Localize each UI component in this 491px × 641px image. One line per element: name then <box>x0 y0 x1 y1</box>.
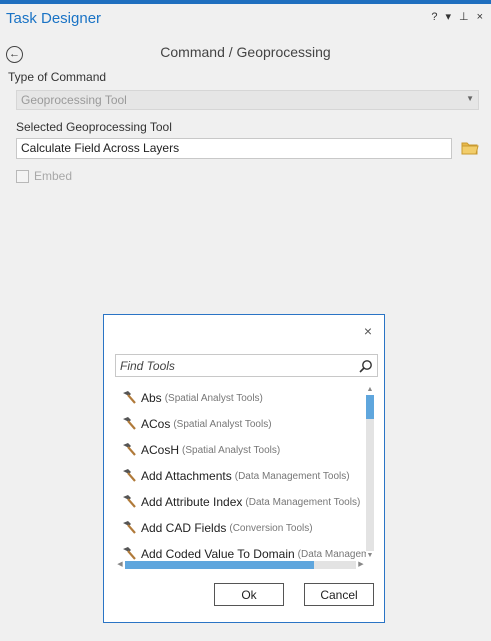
dialog-close-icon[interactable]: × <box>364 324 372 338</box>
tool-list-item[interactable]: ACos (Spatial Analyst Tools) <box>121 414 272 434</box>
hammer-icon <box>123 469 136 482</box>
hammer-icon <box>123 521 136 534</box>
type-of-command-dropdown[interactable]: Geoprocessing Tool ▼ <box>16 90 479 110</box>
hammer-icon <box>123 391 136 404</box>
hammer-icon <box>123 443 136 456</box>
scroll-down-arrow-icon[interactable]: ▼ <box>365 551 375 561</box>
embed-checkbox[interactable] <box>16 169 29 183</box>
pane-menu-dropdown-icon[interactable]: ▾ <box>445 10 451 24</box>
tool-list-item[interactable]: ACosH (Spatial Analyst Tools) <box>121 440 280 460</box>
horizontal-scroll-thumb[interactable] <box>125 561 314 569</box>
pane-top-accent-bar <box>0 0 491 4</box>
search-icon[interactable] <box>359 359 373 373</box>
tool-list-item[interactable]: Add Attribute Index (Data Management Too… <box>121 492 360 512</box>
tool-list: Abs (Spatial Analyst Tools) ACos (Spatia… <box>115 385 366 563</box>
scroll-left-arrow-icon[interactable]: ◀ <box>115 560 125 570</box>
find-tools-input[interactable] <box>120 357 356 374</box>
embed-option: Embed <box>16 169 72 183</box>
find-tools-dialog: × Abs (Spatial Analyst Tools) ACos (Spat… <box>103 314 385 623</box>
dropdown-caret-icon: ▼ <box>466 94 474 103</box>
tool-list-vertical-scrollbar[interactable]: ▲ ▼ <box>365 385 375 561</box>
hammer-icon <box>123 417 136 430</box>
browse-folder-icon[interactable] <box>461 140 479 156</box>
scroll-right-arrow-icon[interactable]: ▶ <box>356 560 366 570</box>
hammer-icon <box>123 495 136 508</box>
page-heading: Command / Geoprocessing <box>160 44 331 60</box>
embed-label: Embed <box>34 169 73 183</box>
vertical-scroll-thumb[interactable] <box>366 395 374 419</box>
pin-icon[interactable]: ⊥ <box>459 10 469 24</box>
tool-list-horizontal-scrollbar[interactable]: ◀ ▶ <box>115 560 366 570</box>
help-icon[interactable]: ? <box>431 10 437 24</box>
pane-title-controls: ? ▾ ⊥ × <box>431 10 483 24</box>
close-pane-icon[interactable]: × <box>477 10 483 24</box>
pane-title: Task Designer <box>6 10 102 27</box>
tool-list-item[interactable]: Add Attachments (Data Management Tools) <box>121 466 350 486</box>
scroll-up-arrow-icon[interactable]: ▲ <box>365 385 375 395</box>
selected-tool-field[interactable]: Calculate Field Across Layers <box>16 138 452 159</box>
type-of-command-label: Type of Command <box>8 70 107 84</box>
ok-button[interactable]: Ok <box>214 583 284 606</box>
tool-list-item[interactable]: Add CAD Fields (Conversion Tools) <box>121 518 313 538</box>
type-of-command-value: Geoprocessing Tool <box>21 93 127 107</box>
cancel-button[interactable]: Cancel <box>304 583 374 606</box>
find-tools-search <box>115 354 378 377</box>
tool-list-item[interactable]: Abs (Spatial Analyst Tools) <box>121 388 263 408</box>
selected-tool-label: Selected Geoprocessing Tool <box>16 120 172 134</box>
